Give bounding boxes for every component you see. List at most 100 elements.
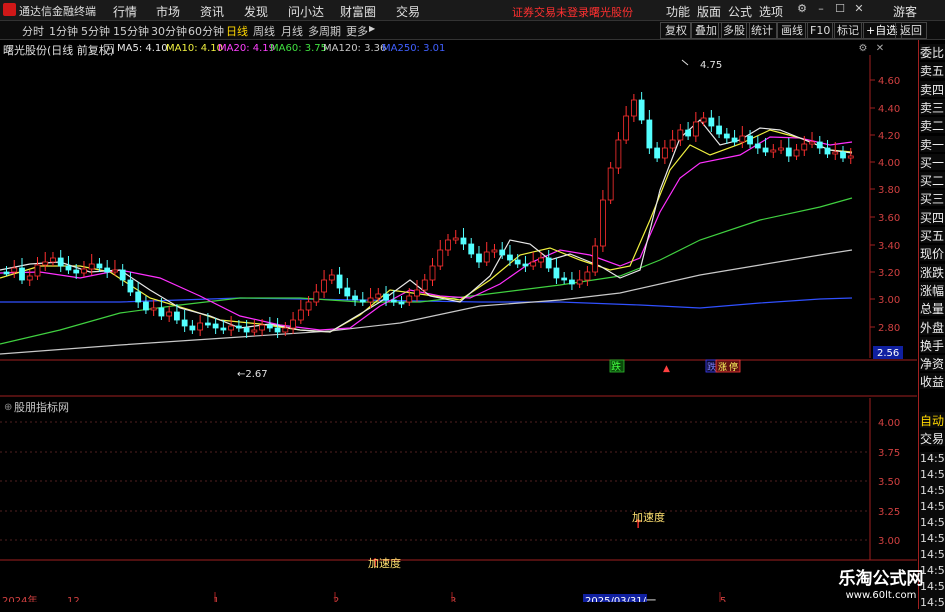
candle-body xyxy=(445,239,451,251)
candle-body xyxy=(437,249,444,267)
draw-line-button[interactable]: 画线 xyxy=(776,22,808,39)
candle-body xyxy=(623,115,630,141)
menu-function[interactable]: 功能 xyxy=(666,3,690,20)
candle-body xyxy=(81,268,87,274)
back-button[interactable]: 返回 xyxy=(895,22,927,39)
signal-label-1: 加速度 xyxy=(368,556,401,570)
f10-button[interactable]: F10 xyxy=(805,22,836,39)
x-axis-label: 2 xyxy=(333,596,339,602)
candle-body xyxy=(685,129,691,137)
menu-layout[interactable]: 版面 xyxy=(697,3,721,20)
candle-body xyxy=(406,295,413,303)
sidebar-quote-field: 外盘 xyxy=(920,318,945,335)
trade-time: 14:56 xyxy=(920,500,945,516)
close-icon[interactable]: ✕ xyxy=(852,2,866,16)
menu-quotes[interactable]: 行情 xyxy=(113,3,137,20)
candle-body xyxy=(359,299,366,303)
candle-body xyxy=(538,257,544,263)
candle-body xyxy=(723,133,730,139)
candle-body xyxy=(654,147,661,159)
candle-body xyxy=(135,291,142,303)
candle-body xyxy=(65,265,72,271)
candle-body xyxy=(352,295,358,301)
price-tick-label: 4.60 xyxy=(878,76,900,87)
stats-button[interactable]: 统计 xyxy=(746,22,778,39)
svg-text:停: 停 xyxy=(729,361,738,373)
candle-body xyxy=(398,301,405,305)
period-more[interactable]: 更多 xyxy=(346,23,368,39)
candle-body xyxy=(754,143,761,149)
menu-market[interactable]: 市场 xyxy=(156,3,180,20)
candle-body xyxy=(104,267,111,273)
menu-discover[interactable]: 发现 xyxy=(244,3,268,20)
candle-body xyxy=(181,319,188,327)
candle-body xyxy=(592,245,599,273)
candle-body xyxy=(607,167,614,201)
sidebar-quote-field: 总量 xyxy=(920,300,945,317)
candle-body xyxy=(390,299,397,303)
candle-body xyxy=(313,291,320,303)
candle-body xyxy=(491,249,498,253)
candle-body xyxy=(561,277,568,281)
sidebar-quote-field: 委比 xyxy=(920,44,945,60)
period-intraday[interactable]: 分时 xyxy=(22,23,44,39)
price-tick-label: 4.00 xyxy=(878,158,900,169)
candle-body xyxy=(274,327,281,333)
candle-body xyxy=(228,325,235,331)
period-multi[interactable]: 多周期 xyxy=(308,23,341,39)
candle-body xyxy=(297,309,304,321)
period-monthly[interactable]: 月线 xyxy=(281,23,303,39)
settings-icon[interactable]: ⚙ xyxy=(795,2,809,16)
candle-body xyxy=(127,279,134,293)
menu-trade[interactable]: 交易 xyxy=(396,3,420,20)
period-15min[interactable]: 15分钟 xyxy=(113,23,149,39)
menu-ask[interactable]: 问小达 xyxy=(288,3,324,20)
x-axis-label: 2025/03/31/一 xyxy=(585,596,656,602)
login-alert[interactable]: 证券交易未登录 xyxy=(512,4,589,20)
candle-body xyxy=(778,147,784,151)
period-1min[interactable]: 1分钟 xyxy=(49,23,78,39)
kline-chart[interactable]: 4.60 4.40 4.20 4.00 3.80 3.60 3.40 3.20 3.00 2.80… xyxy=(0,40,917,602)
candle-body xyxy=(499,249,506,256)
candle-body xyxy=(832,151,839,155)
price-tick-label: 4.20 xyxy=(878,131,900,142)
maximize-icon[interactable]: ☐ xyxy=(833,2,847,16)
indicator-settings-icon[interactable]: ⊕ xyxy=(4,402,12,413)
trade-time: 14:56 xyxy=(920,532,945,548)
sidebar-quote-field: 买四 xyxy=(920,208,945,225)
sidebar-quote-field: 买一 xyxy=(920,153,945,170)
indicator-tick-label: 3.25 xyxy=(878,507,900,518)
menu-wealth[interactable]: 财富圈 xyxy=(340,3,376,20)
period-30min[interactable]: 30分钟 xyxy=(151,23,187,39)
candle-body xyxy=(809,141,815,145)
period-60min[interactable]: 60分钟 xyxy=(188,23,224,39)
candle-body xyxy=(476,253,482,263)
ma250-line xyxy=(0,297,853,309)
candle-body xyxy=(468,243,475,255)
period-weekly[interactable]: 周线 xyxy=(253,23,275,39)
minimize-icon[interactable]: – xyxy=(814,2,828,16)
candle-body xyxy=(383,293,389,301)
candle-body xyxy=(251,329,258,333)
period-5min[interactable]: 5分钟 xyxy=(81,23,110,39)
menu-formula[interactable]: 公式 xyxy=(728,3,752,20)
candle-body xyxy=(220,327,227,331)
fuquan-button[interactable]: 复权 xyxy=(660,22,692,39)
sidebar-tab[interactable]: 交易 xyxy=(920,430,945,446)
menu-options[interactable]: 选项 xyxy=(759,3,783,20)
candle-body xyxy=(576,279,583,285)
candle-body xyxy=(73,269,80,274)
trade-time: 14:56 xyxy=(920,548,945,564)
candle-body xyxy=(692,121,699,137)
high-annotation: 4.75 xyxy=(700,60,722,71)
candle-body xyxy=(816,141,823,149)
menu-news[interactable]: 资讯 xyxy=(200,3,224,20)
app-title: 通达信金融终端 xyxy=(19,5,96,18)
more-arrow-icon[interactable]: ▶ xyxy=(369,24,375,33)
period-daily[interactable]: 日线 xyxy=(226,23,248,39)
low-value: 2.67 xyxy=(245,369,267,380)
sidebar-tab[interactable]: 自动 xyxy=(920,412,945,428)
user-name[interactable]: 游客 xyxy=(893,3,917,20)
candle-body xyxy=(708,117,715,127)
mark-button[interactable]: 标记 xyxy=(832,22,864,39)
